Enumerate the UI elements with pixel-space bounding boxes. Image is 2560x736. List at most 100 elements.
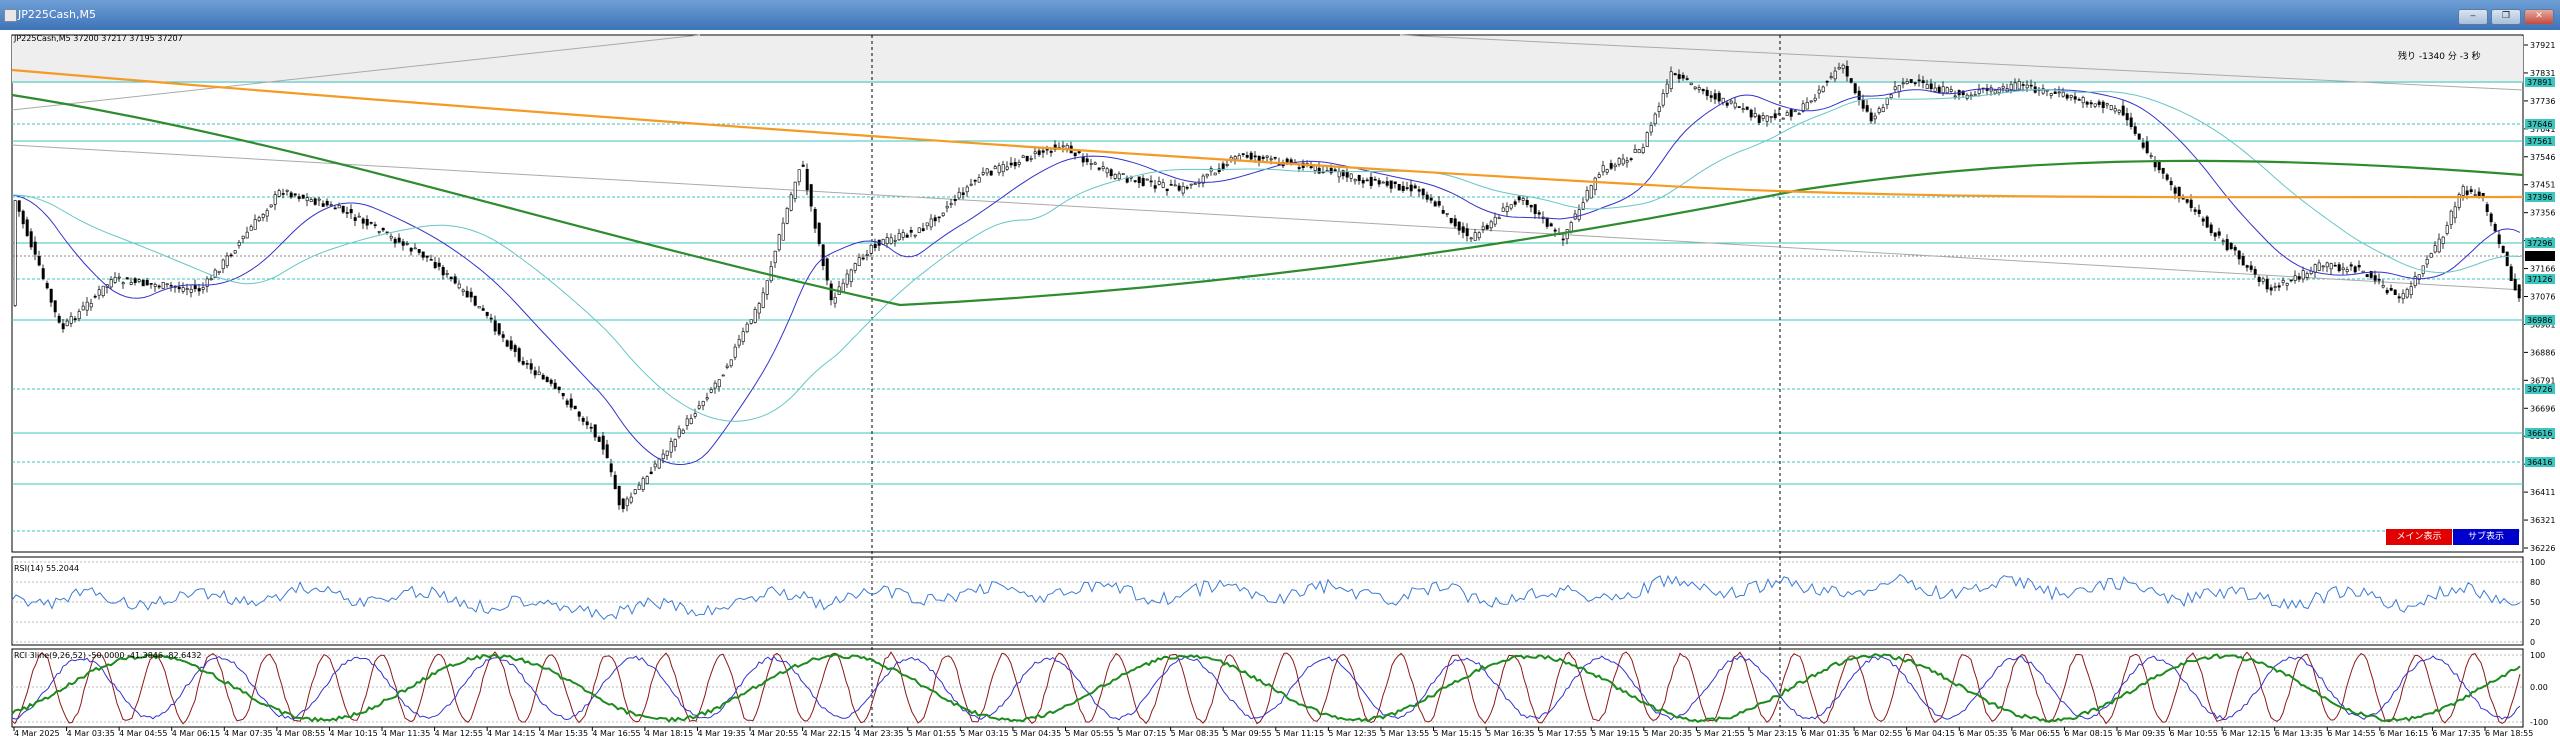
candle-body [1665,83,1669,94]
time-axis-label: 5 Mar 04:35 [1013,729,1061,736]
candle-body [1725,102,1729,106]
candle-body [925,222,929,227]
restore-button[interactable]: ❐ [2491,9,2521,25]
candle-body [1509,204,1513,209]
candle-body [625,498,629,507]
candle-body [773,250,777,264]
candlestick-series [13,60,2521,513]
price-chart-canvas[interactable]: 3792137831377363764137546374513735637261… [0,30,2560,736]
candle-body [337,205,341,209]
candle-body [61,323,65,330]
rsi-scale-label: 0 [2530,638,2535,647]
candle-body [1297,167,1301,169]
candle-body [65,320,69,327]
candle-body [2105,103,2109,106]
time-axis-label: 4 Mar 14:15 [487,729,535,736]
candle-body [645,476,649,484]
candle-body [1789,109,1793,117]
candle-body [661,453,665,459]
candle-body [2157,161,2161,171]
candle-body [2473,194,2477,196]
candle-body [873,244,877,249]
candle-body [997,165,1001,173]
candle-body [2141,142,2145,148]
time-axis-label: 6 Mar 10:55 [2170,729,2218,736]
candle-body [621,498,625,509]
candle-body [1357,175,1361,181]
candle-body [353,217,357,221]
candle-body [2297,276,2301,280]
candle-body [2221,240,2225,242]
candle-body [2289,279,2293,282]
candle-body [1173,184,1177,187]
candle-body [25,219,29,236]
candle-body [741,331,745,342]
candle-body [253,219,257,230]
window-title-bar[interactable]: JP225Cash,M5 ‒ ❐ ✕ [0,0,2560,30]
candle-body [1081,156,1085,163]
candle-body [2449,210,2453,225]
main-display-button[interactable]: メイン表示 [2386,529,2452,545]
candle-body [1597,174,1601,178]
candle-body [1669,71,1673,89]
candle-body [1585,190,1589,201]
candle-body [937,216,941,219]
candle-body [1505,206,1509,212]
candle-body [2265,279,2269,290]
candle-body [1829,76,1833,79]
candle-body [389,235,393,239]
candle-body [413,247,417,250]
candle-body [1077,150,1081,154]
candle-body [2405,289,2409,298]
candle-body [901,232,905,238]
candle-body [697,405,701,409]
sub-display-button[interactable]: サブ表示 [2453,529,2519,545]
candle-body [1525,200,1529,206]
candle-body [577,411,581,417]
time-axis-label: 4 Mar 10:15 [329,729,377,736]
candle-body [1453,218,1457,227]
candle-body [1609,163,1613,169]
candle-body [441,267,445,276]
price-axis-label: 36321 [2530,516,2555,525]
candle-body [1853,83,1857,94]
candle-body [1533,204,1537,214]
candle-body [981,172,985,175]
candle-body [2485,204,2489,213]
candle-body [1697,87,1701,90]
candle-body [2357,265,2361,268]
candle-body [525,363,529,365]
candle-body [1589,185,1593,199]
candle-body [1245,155,1249,158]
candle-body [1377,180,1381,185]
candle-body [1629,158,1633,160]
candle-body [709,389,713,393]
candle-body [917,227,921,233]
candle-body [2217,231,2221,236]
candle-body [1973,94,1977,96]
candle-body [1441,210,1445,214]
candle-body [1133,180,1137,182]
candle-body [1845,66,1849,77]
candle-body [1013,162,1017,167]
level-tag-label: 37296 [2527,239,2552,248]
candle-body [545,376,549,382]
close-button[interactable]: ✕ [2524,9,2554,25]
time-axis-label: 5 Mar 08:35 [1171,729,1219,736]
candle-body [829,283,833,301]
candle-body [401,241,405,246]
time-axis-label: 5 Mar 12:35 [1328,729,1376,736]
candle-body [229,254,233,257]
candle-body [97,289,101,296]
time-axis-label: 4 Mar 19:35 [697,729,745,736]
candle-body [1333,169,1337,172]
candle-body [1465,228,1469,237]
candle-body [301,194,305,199]
candle-body [1185,186,1189,189]
candle-body [1153,185,1157,189]
candle-body [1033,151,1037,154]
candle-body [1493,216,1497,225]
candle-body [685,418,689,426]
minimize-button[interactable]: ‒ [2458,9,2488,25]
candle-body [1021,155,1025,158]
